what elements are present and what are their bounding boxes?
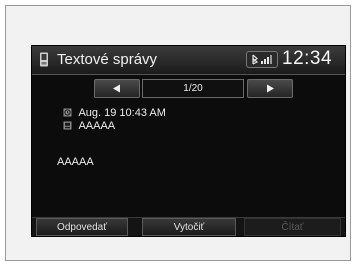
header-bar: Textové správy 12:34 [32, 46, 345, 75]
call-button[interactable]: Vytočiť [142, 218, 236, 236]
phone-icon [39, 52, 49, 67]
message-navigation: 1/20 [32, 79, 345, 98]
message-sender-row: AAAAA [63, 120, 115, 133]
contact-icon [63, 121, 72, 130]
signal-strength-icon [261, 55, 272, 64]
page-indicator: 1/20 [142, 79, 244, 98]
clock: 12:34 [282, 48, 333, 69]
bluetooth-icon [252, 54, 259, 65]
message-date-row: Aug. 19 10:43 AM [63, 107, 166, 120]
message-body: AAAAA [57, 156, 94, 168]
clock-icon [63, 108, 72, 117]
status-indicators [246, 51, 278, 68]
message-date: Aug. 19 10:43 AM [78, 107, 166, 119]
navigation-screen: Textové správy 12:34 1/20 Aug. 19 10:43 … [32, 46, 345, 236]
read-aloud-button: Čítať [244, 218, 341, 236]
arrow-left-icon [113, 84, 120, 93]
action-bar: Odpovedať Vytočiť Čítať [32, 217, 345, 236]
screen-title: Textové správy [57, 51, 158, 68]
reply-button[interactable]: Odpovedať [36, 218, 128, 236]
message-sender: AAAAA [78, 120, 116, 132]
arrow-right-icon [267, 84, 274, 93]
next-message-button[interactable] [247, 79, 293, 98]
previous-message-button[interactable] [94, 79, 140, 98]
page-frame: Textové správy 12:34 1/20 Aug. 19 10:43 … [5, 5, 351, 261]
